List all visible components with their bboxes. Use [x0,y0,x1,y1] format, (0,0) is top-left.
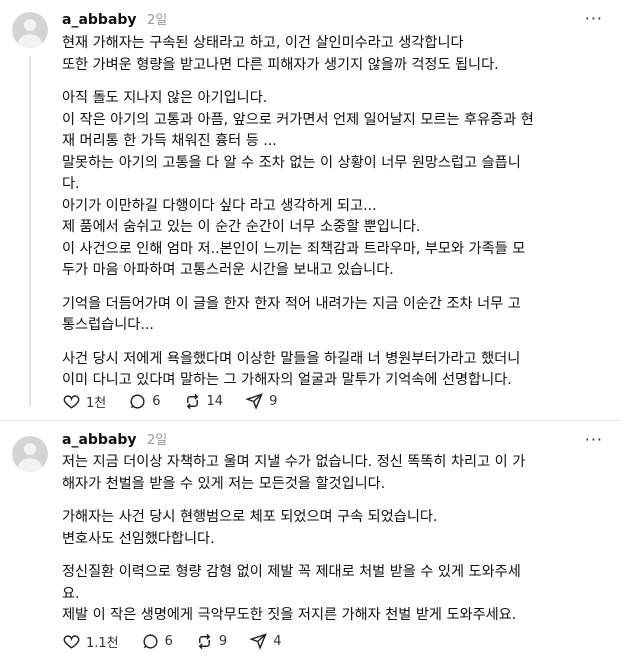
heart-icon [63,635,80,649]
heart-icon [63,395,80,409]
username[interactable]: a_abbaby [62,12,137,28]
avatar[interactable] [12,436,48,472]
text-line: 이 작은 아기의 고통과 아픔, 앞으로 커가면서 언제 일어날지 모르는 후유… [62,111,534,128]
comment-button[interactable]: 6 [128,392,161,411]
thread-connector-line [29,56,31,406]
paragraph: 아직 돌도 지나지 않은 아기입니다. 이 작은 아기의 고통과 아픔, 앞으로… [62,88,607,282]
text-line: 현재 가해자는 구속된 상태라고 하고, 이건 살인미수라고 생각합니다 [62,35,464,51]
post-divider [0,420,621,421]
comment-icon [130,394,145,409]
comment-count: 6 [164,634,173,649]
text-line: 해자가 천벌을 받을 수 있게 저는 모든것을 할것입니다. [62,475,386,492]
text-line: 제발 이 작은 생명에게 극악무도한 짓을 저지른 가해자 천벌 받게 도와주세… [62,607,517,623]
text-line: 변호사도 선임했다합니다. [62,530,215,547]
post-time: 2일 [147,13,168,28]
text-line: 말못하는 아기의 고통을 다 알 수 조차 없는 이 상황이 너무 원망스럽고 … [62,154,521,171]
share-button[interactable]: 9 [245,392,277,411]
post-body: 현재 가해자는 구속된 상태라고 하고, 이건 살인미수라고 생각합니다 또한 … [62,33,607,404]
text-line: 또한 가벼운 형량을 받고나면 다른 피해자가 생기지 않을까 걱정도 됩니다. [62,56,499,73]
thread-post: a_abbaby 2일 ··· 현재 가해자는 구속된 상태라고 하고, 이건 … [0,0,621,420]
repost-button[interactable]: 14 [183,392,224,411]
avatar[interactable] [12,12,48,48]
action-bar: 1천 6 14 9 [62,392,299,411]
paragraph: 기억을 더듬어가며 이 글을 한자 한자 적어 내려가는 지금 이순간 조차 너… [62,294,607,337]
repost-icon [186,393,198,410]
text-line: 이 사건으로 인해 엄마 저..본인이 느끼는 죄책감과 트라우마, 부모와 가… [62,240,526,257]
thread-post: a_abbaby 2일 ··· 저는 지금 더이상 자책하고 울며 지낼 수가 … [0,422,621,659]
text-line: 제 품에서 숨쉬고 있는 이 순간 순간이 너무 소중할 뿐입니다. [62,219,421,235]
like-button[interactable]: 1.1천 [62,632,119,651]
text-line: 이미 다니고 있다며 말하는 그 가해자의 얼굴과 말투가 기억속에 선명합니다… [62,372,512,388]
repost-button[interactable]: 9 [195,632,227,651]
repost-count: 14 [206,394,224,409]
text-line: 가해자는 사건 당시 현행범으로 체포 되었으며 구속 되었습니다. [62,509,438,525]
text-line: 기억을 더듬어가며 이 글을 한자 한자 적어 내려가는 지금 이순간 조차 너… [62,295,521,312]
text-line: 사건 당시 저에게 욕을했다며 이상한 말들을 하길래 너 병원부터가라고 했더… [62,350,521,367]
share-count: 9 [269,394,278,409]
paragraph: 정신질환 이력으로 형량 감형 없이 제발 꼭 제대로 처벌 받을 수 있게 도… [62,562,607,627]
text-line: 요. [62,585,80,602]
post-body: 저는 지금 더이상 자책하고 울며 지낼 수가 없습니다. 정신 똑똑히 차리고… [62,452,607,639]
repost-icon [198,633,211,650]
paragraph: 가해자는 사건 당시 현행범으로 체포 되었으며 구속 되었습니다. 변호사도 … [62,507,607,550]
text-line: 두가 마음 아파하며 고통스러운 시간을 보내고 있습니다. [62,262,394,278]
text-line: 아직 돌도 지나지 않은 아기입니다. [62,90,268,106]
like-count: 1.1천 [86,636,119,651]
comment-button[interactable]: 6 [141,632,173,651]
share-button[interactable]: 4 [249,632,281,651]
more-icon[interactable]: ··· [585,9,603,28]
post-header: a_abbaby 2일 [62,9,167,28]
like-button[interactable]: 1천 [62,392,106,411]
more-icon[interactable]: ··· [585,430,603,449]
like-count: 1천 [86,396,107,411]
paragraph: 사건 당시 저에게 욕을했다며 이상한 말들을 하길래 너 병원부터가라고 했더… [62,349,607,392]
share-count: 4 [273,634,282,649]
action-bar: 1.1천 6 9 4 [62,632,303,651]
repost-count: 9 [218,634,228,649]
text-line: 저는 지금 더이상 자책하고 울며 지낼 수가 없습니다. 정신 똑똑히 차리고… [62,454,526,470]
text-line: 다. [62,176,80,192]
username[interactable]: a_abbaby [62,432,137,448]
comment-icon [143,634,158,649]
text-line: 아기가 이만하길 다행이다 싶다 라고 생각하게 되고... [62,197,377,214]
share-icon [249,633,268,650]
comment-count: 6 [152,394,161,409]
post-time: 2일 [147,433,168,448]
paragraph: 현재 가해자는 구속된 상태라고 하고, 이건 살인미수라고 생각합니다 또한 … [62,33,607,76]
paragraph: 저는 지금 더이상 자책하고 울며 지낼 수가 없습니다. 정신 똑똑히 차리고… [62,452,607,495]
text-line: 통스럽습니다... [62,317,154,333]
text-line: 재 머리통 한 가득 채워진 흉터 등 ... [62,133,277,149]
share-icon [245,393,263,410]
text-line: 정신질환 이력으로 형량 감형 없이 제발 꼭 제대로 처벌 받을 수 있게 도… [62,564,521,580]
post-header: a_abbaby 2일 [62,429,167,448]
